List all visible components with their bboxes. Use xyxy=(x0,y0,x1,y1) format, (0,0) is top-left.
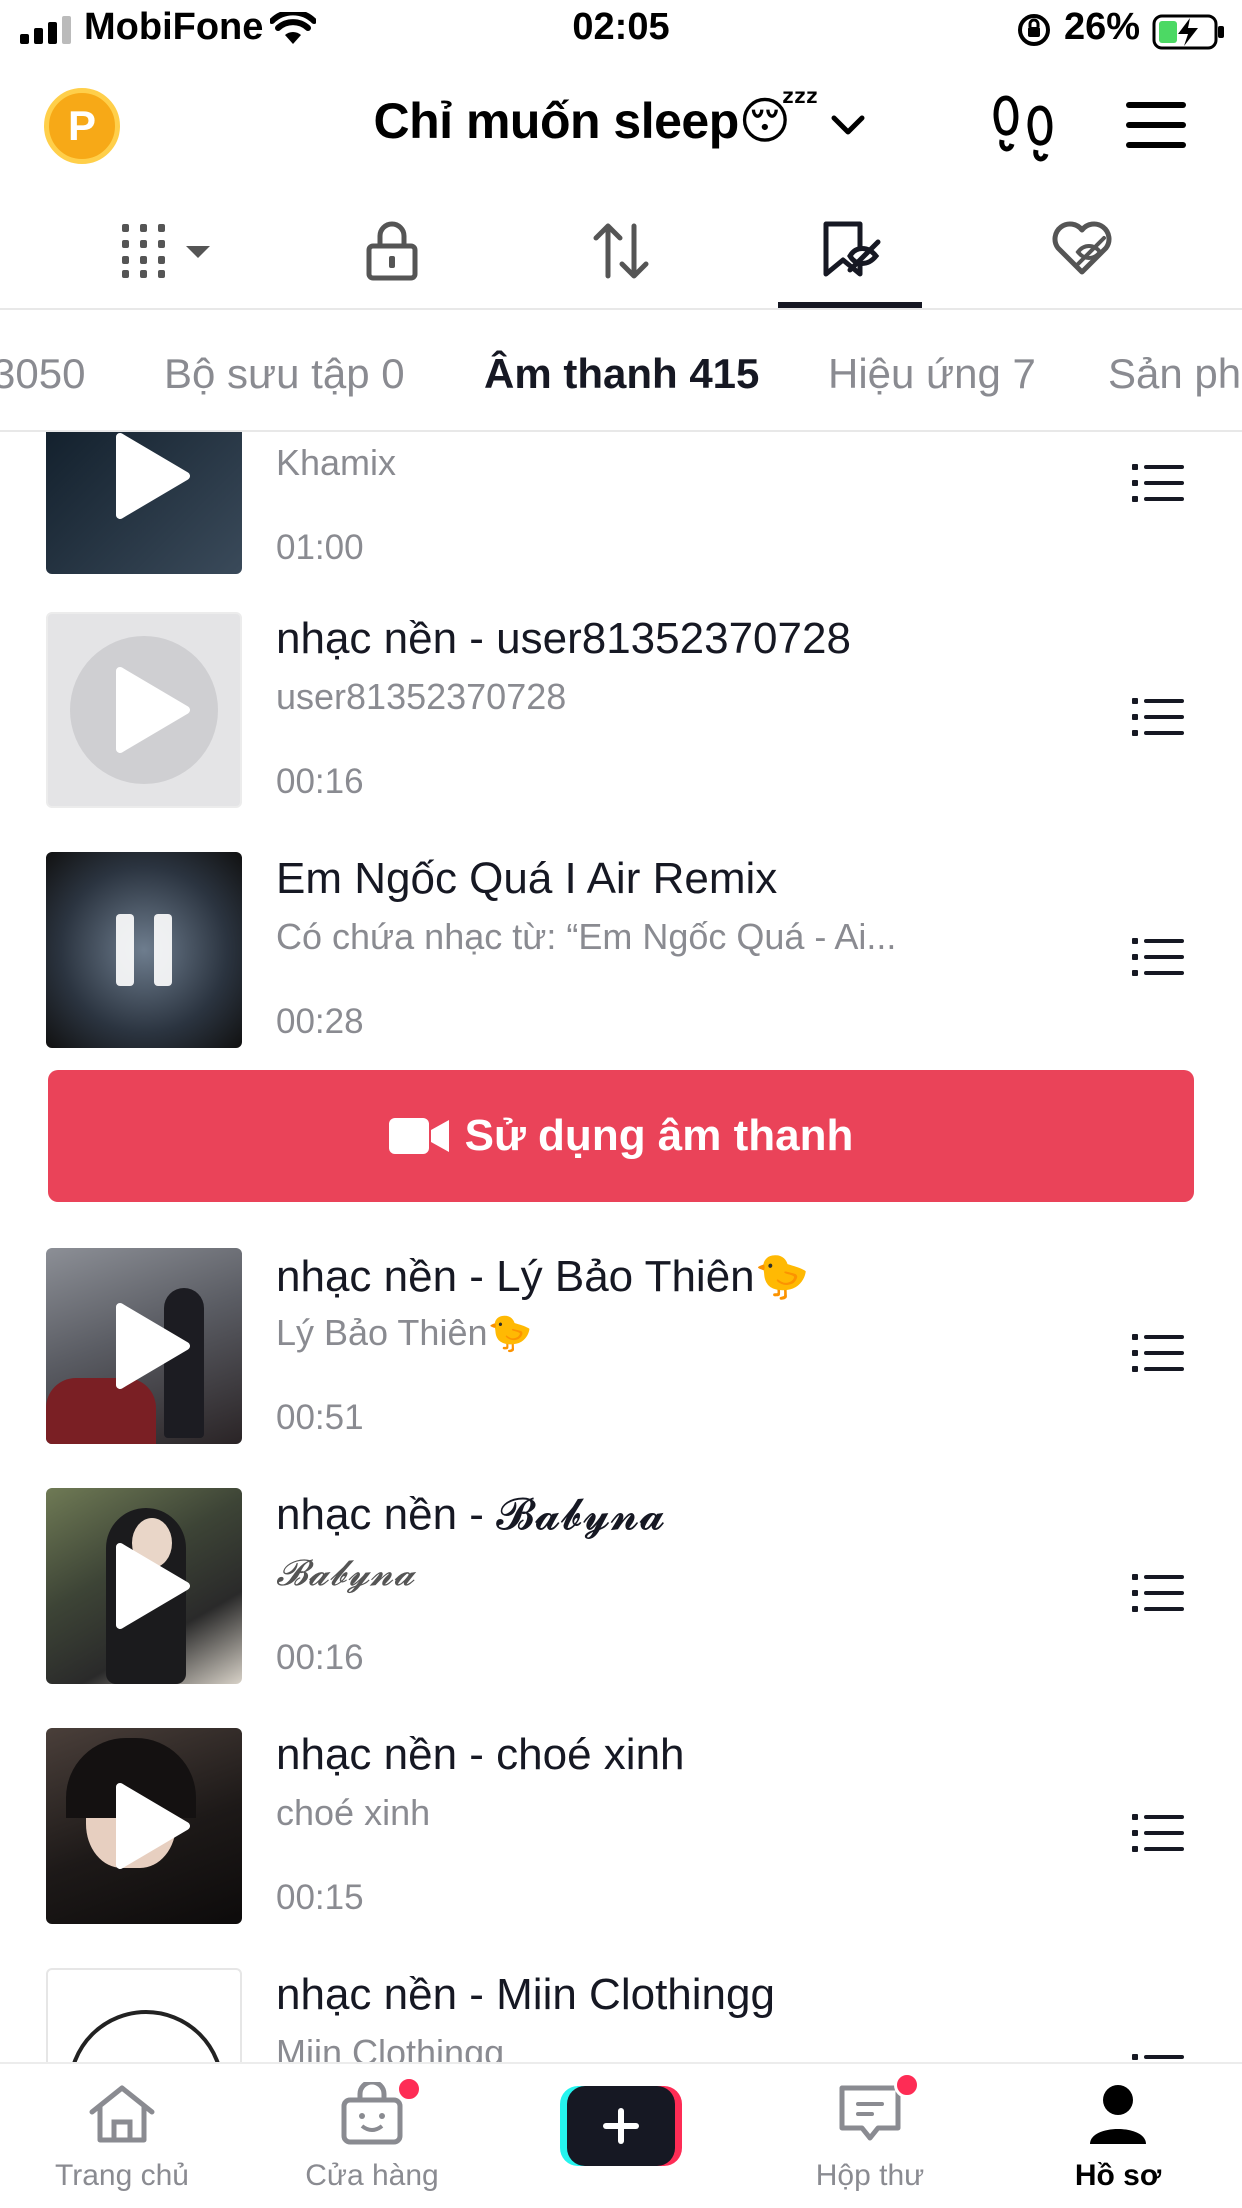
battery-charging-icon xyxy=(1152,14,1224,50)
active-tab-indicator xyxy=(778,302,922,308)
sound-title: nhạc nền - 𝓑𝓪𝓫𝔂𝓷𝓪 xyxy=(276,1490,666,1539)
sound-title: nhạc nền - choé xinh xyxy=(276,1730,685,1779)
sound-title: nhạc nền - user81352370728 xyxy=(276,614,851,663)
nav-shop[interactable]: Cửa hàng xyxy=(272,2076,472,2193)
bottom-navigation: Trang chủ Cửa hàng Hộp thư Hồ sơ xyxy=(0,2062,1242,2208)
battery-percent: 26% xyxy=(1064,6,1141,48)
sound-item[interactable]: nhạc nền - Lý Bảo Thiên🐤 Lý Bảo Thiên🐤 0… xyxy=(0,1248,1242,1444)
category-tab-posts[interactable]: 3050 xyxy=(0,350,85,398)
sound-title: Em Ngốc Quá I Air Remix xyxy=(276,854,778,903)
sound-title: nhạc nền - Miin Clothingg xyxy=(276,1970,775,2019)
category-tab-sounds[interactable]: Âm thanh 415 xyxy=(484,350,759,398)
nav-profile[interactable]: Hồ sơ xyxy=(1018,2082,1218,2193)
sound-duration: 00:16 xyxy=(276,762,364,801)
category-tab-effects[interactable]: Hiệu ứng 7 xyxy=(828,350,1036,398)
liked-icon[interactable] xyxy=(1050,220,1114,276)
sound-author: Khamix xyxy=(276,442,397,483)
use-sound-button[interactable]: Sử dụng âm thanh xyxy=(48,1070,1194,1202)
nav-inbox-label: Hộp thư xyxy=(815,2159,925,2192)
chevron-down-icon xyxy=(831,115,865,135)
menu-icon[interactable] xyxy=(1126,100,1186,150)
sound-author: choé xinh xyxy=(276,1792,431,1833)
sound-item-selected[interactable]: Em Ngốc Quá I Air Remix Có chứa nhạc từ:… xyxy=(0,852,1242,1048)
filter-icon[interactable] xyxy=(120,220,216,280)
create-button[interactable] xyxy=(560,2086,682,2166)
sound-author: Miin Clothingg xyxy=(276,2032,505,2062)
sound-duration: 00:16 xyxy=(276,1638,364,1677)
content-tabs xyxy=(0,196,1242,310)
footprint-icon[interactable] xyxy=(992,92,1058,162)
notification-dot xyxy=(396,2076,422,2102)
sound-author: 𝓑𝓪𝓫𝔂𝓷𝓪 xyxy=(276,1552,415,1593)
sound-duration: 00:28 xyxy=(276,1002,364,1041)
nav-home-label: Trang chủ xyxy=(55,2159,189,2192)
profile-name: Chỉ muốn sleep😴 xyxy=(373,93,819,149)
add-to-playlist-icon[interactable] xyxy=(1132,1812,1184,1854)
nav-inbox[interactable]: Hộp thư xyxy=(770,2072,970,2193)
pause-icon xyxy=(116,914,172,986)
category-tab-collections[interactable]: Bộ sưu tập 0 xyxy=(164,350,405,398)
play-icon xyxy=(116,433,190,519)
play-icon xyxy=(116,1783,190,1869)
plus-icon xyxy=(603,2108,639,2144)
sound-item[interactable]: nhạc nền - 𝓑𝓪𝓫𝔂𝓷𝓪 𝓑𝓪𝓫𝔂𝓷𝓪 00:16 xyxy=(0,1488,1242,1684)
sound-author: Lý Bảo Thiên🐤 xyxy=(276,1312,533,1353)
sound-duration: 00:15 xyxy=(276,1878,364,1917)
sound-thumbnail xyxy=(46,612,242,808)
sound-item[interactable]: nhạc nền - Miin Clothingg Miin Clothingg xyxy=(0,1968,1242,2062)
add-to-playlist-icon[interactable] xyxy=(1132,1572,1184,1614)
lock-icon[interactable] xyxy=(366,220,418,282)
play-icon xyxy=(116,1543,190,1629)
sound-item[interactable]: nhạc nền - user81352370728 user813523707… xyxy=(0,612,1242,808)
sound-item[interactable]: Khamix 01:00 xyxy=(0,432,1242,574)
category-tab-products[interactable]: Sản ph xyxy=(1108,350,1241,398)
add-to-playlist-icon[interactable] xyxy=(1132,696,1184,738)
notification-dot xyxy=(894,2072,920,2098)
nav-profile-label: Hồ sơ xyxy=(1074,2159,1162,2192)
sound-item[interactable]: nhạc nền - choé xinh choé xinh 00:15 xyxy=(0,1728,1242,1924)
play-icon xyxy=(116,667,190,753)
sound-list: Khamix 01:00 nhạc nền - user81352370728 … xyxy=(0,432,1242,2062)
favorites-icon[interactable] xyxy=(820,220,884,278)
sound-duration: 01:00 xyxy=(276,528,364,567)
nav-shop-label: Cửa hàng xyxy=(305,2159,439,2192)
sound-thumbnail xyxy=(46,1728,242,1924)
sound-author: user81352370728 xyxy=(276,676,567,717)
status-bar: MobiFone 02:05 26% xyxy=(0,0,1242,62)
sound-thumbnail xyxy=(46,852,242,1048)
play-icon xyxy=(116,1303,190,1389)
category-tabs: 3050 Bộ sưu tập 0 Âm thanh 415 Hiệu ứng … xyxy=(0,310,1242,432)
add-to-playlist-icon[interactable] xyxy=(1132,2052,1184,2062)
video-camera-icon xyxy=(388,1118,449,1154)
profile-icon xyxy=(1090,2085,1146,2144)
add-to-playlist-icon[interactable] xyxy=(1132,936,1184,978)
add-to-playlist-icon[interactable] xyxy=(1132,1332,1184,1374)
clock: 02:05 xyxy=(572,6,670,48)
sound-thumbnail xyxy=(46,1248,242,1444)
sound-author: Có chứa nhạc từ: “Em Ngốc Quá - Ai... xyxy=(276,916,897,957)
sound-duration: 00:51 xyxy=(276,1398,364,1437)
sound-thumbnail xyxy=(46,1968,242,2062)
home-icon xyxy=(89,2085,155,2143)
repost-icon[interactable] xyxy=(590,220,652,282)
sound-thumbnail xyxy=(46,1488,242,1684)
use-sound-label: Sử dụng âm thanh xyxy=(464,1111,854,1160)
nav-home[interactable]: Trang chủ xyxy=(22,2082,222,2193)
sound-title: nhạc nền - Lý Bảo Thiên🐤 xyxy=(276,1252,810,1301)
add-to-playlist-icon[interactable] xyxy=(1132,462,1184,504)
sound-thumbnail xyxy=(46,432,242,574)
orientation-lock-icon xyxy=(1018,14,1050,46)
